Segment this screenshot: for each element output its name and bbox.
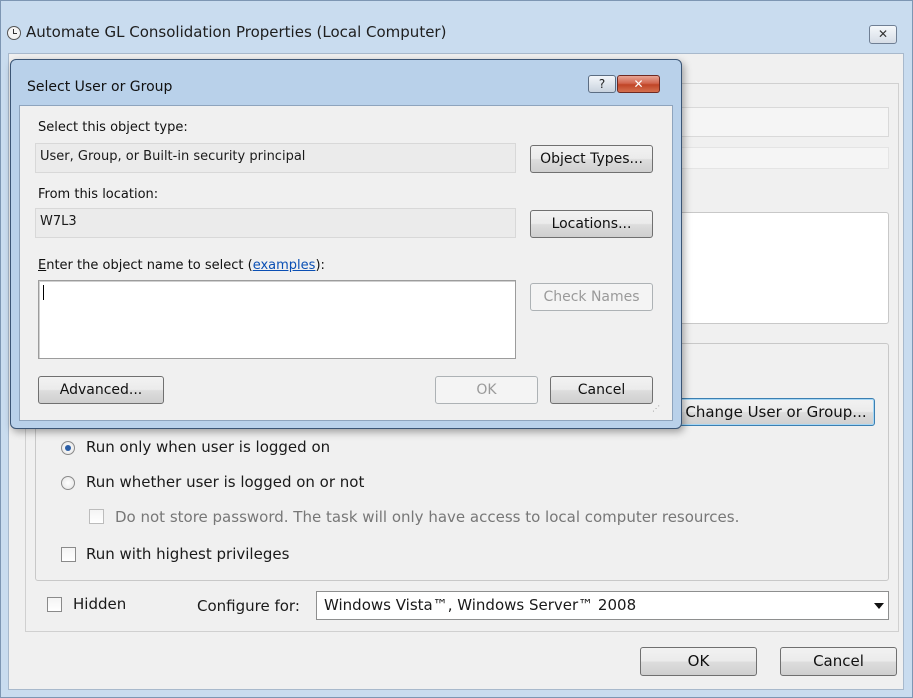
run-logged-on-radio[interactable] xyxy=(61,441,75,455)
enter-name-accesskey: E xyxy=(38,258,47,273)
object-type-box: User, Group, or Built-in security princi… xyxy=(35,143,516,173)
no-store-password-label: Do not store password. The task will onl… xyxy=(115,508,740,526)
ok-button[interactable]: OK xyxy=(640,647,757,676)
description-box xyxy=(676,212,889,324)
chevron-down-icon xyxy=(874,603,884,609)
check-names-button[interactable]: Check Names xyxy=(530,283,653,311)
highest-privileges-checkbox[interactable] xyxy=(61,547,76,562)
object-name-input[interactable] xyxy=(38,280,516,359)
text-caret xyxy=(43,285,44,300)
run-whether-radio[interactable] xyxy=(61,476,75,490)
configure-for-value: Windows Vista™, Windows Server™ 2008 xyxy=(324,596,637,614)
locations-button[interactable]: Locations... xyxy=(530,210,653,238)
highest-privileges-label[interactable]: Run with highest privileges xyxy=(86,545,289,563)
enter-name-suffix: ): xyxy=(315,258,325,273)
dialog-ok-button[interactable]: OK xyxy=(435,376,538,404)
configure-for-label: Configure for: xyxy=(197,597,300,615)
change-user-or-group-button[interactable]: Change User or Group... xyxy=(677,398,875,426)
dialog-cancel-button[interactable]: Cancel xyxy=(550,376,653,404)
location-box: W7L3 xyxy=(35,208,516,238)
clock-icon xyxy=(7,26,21,40)
dialog-close-button[interactable]: ✕ xyxy=(617,75,660,93)
enter-object-name-label: Enter the object name to select (example… xyxy=(38,258,325,273)
location-label: From this location: xyxy=(38,187,159,202)
enter-name-text: nter the object name to select ( xyxy=(46,258,253,273)
run-logged-on-label[interactable]: Run only when user is logged on xyxy=(86,438,330,456)
location-value: W7L3 xyxy=(40,214,77,229)
resize-grip-icon[interactable]: ⋰ xyxy=(652,405,660,413)
run-whether-label[interactable]: Run whether user is logged on or not xyxy=(86,473,364,491)
window-close-button[interactable]: ✕ xyxy=(869,25,897,44)
name-field xyxy=(676,107,889,137)
help-button[interactable]: ? xyxy=(588,75,616,93)
hidden-checkbox[interactable] xyxy=(47,597,62,612)
object-type-value: User, Group, or Built-in security princi… xyxy=(40,149,306,164)
object-types-button[interactable]: Object Types... xyxy=(530,145,653,173)
hidden-label[interactable]: Hidden xyxy=(73,595,126,613)
select-user-or-group-dialog: Select User or Group ? ✕ xyxy=(10,59,682,429)
no-store-password-checkbox[interactable] xyxy=(89,509,104,524)
advanced-button[interactable]: Advanced... xyxy=(38,376,164,404)
configure-for-select[interactable]: Windows Vista™, Windows Server™ 2008 xyxy=(316,591,889,620)
object-type-label: Select this object type: xyxy=(38,120,188,135)
examples-link[interactable]: examples xyxy=(253,258,316,273)
location-field xyxy=(676,147,889,169)
cancel-button[interactable]: Cancel xyxy=(780,647,897,676)
window-title: Automate GL Consolidation Properties (Lo… xyxy=(26,23,447,41)
dialog-title: Select User or Group xyxy=(27,79,173,95)
